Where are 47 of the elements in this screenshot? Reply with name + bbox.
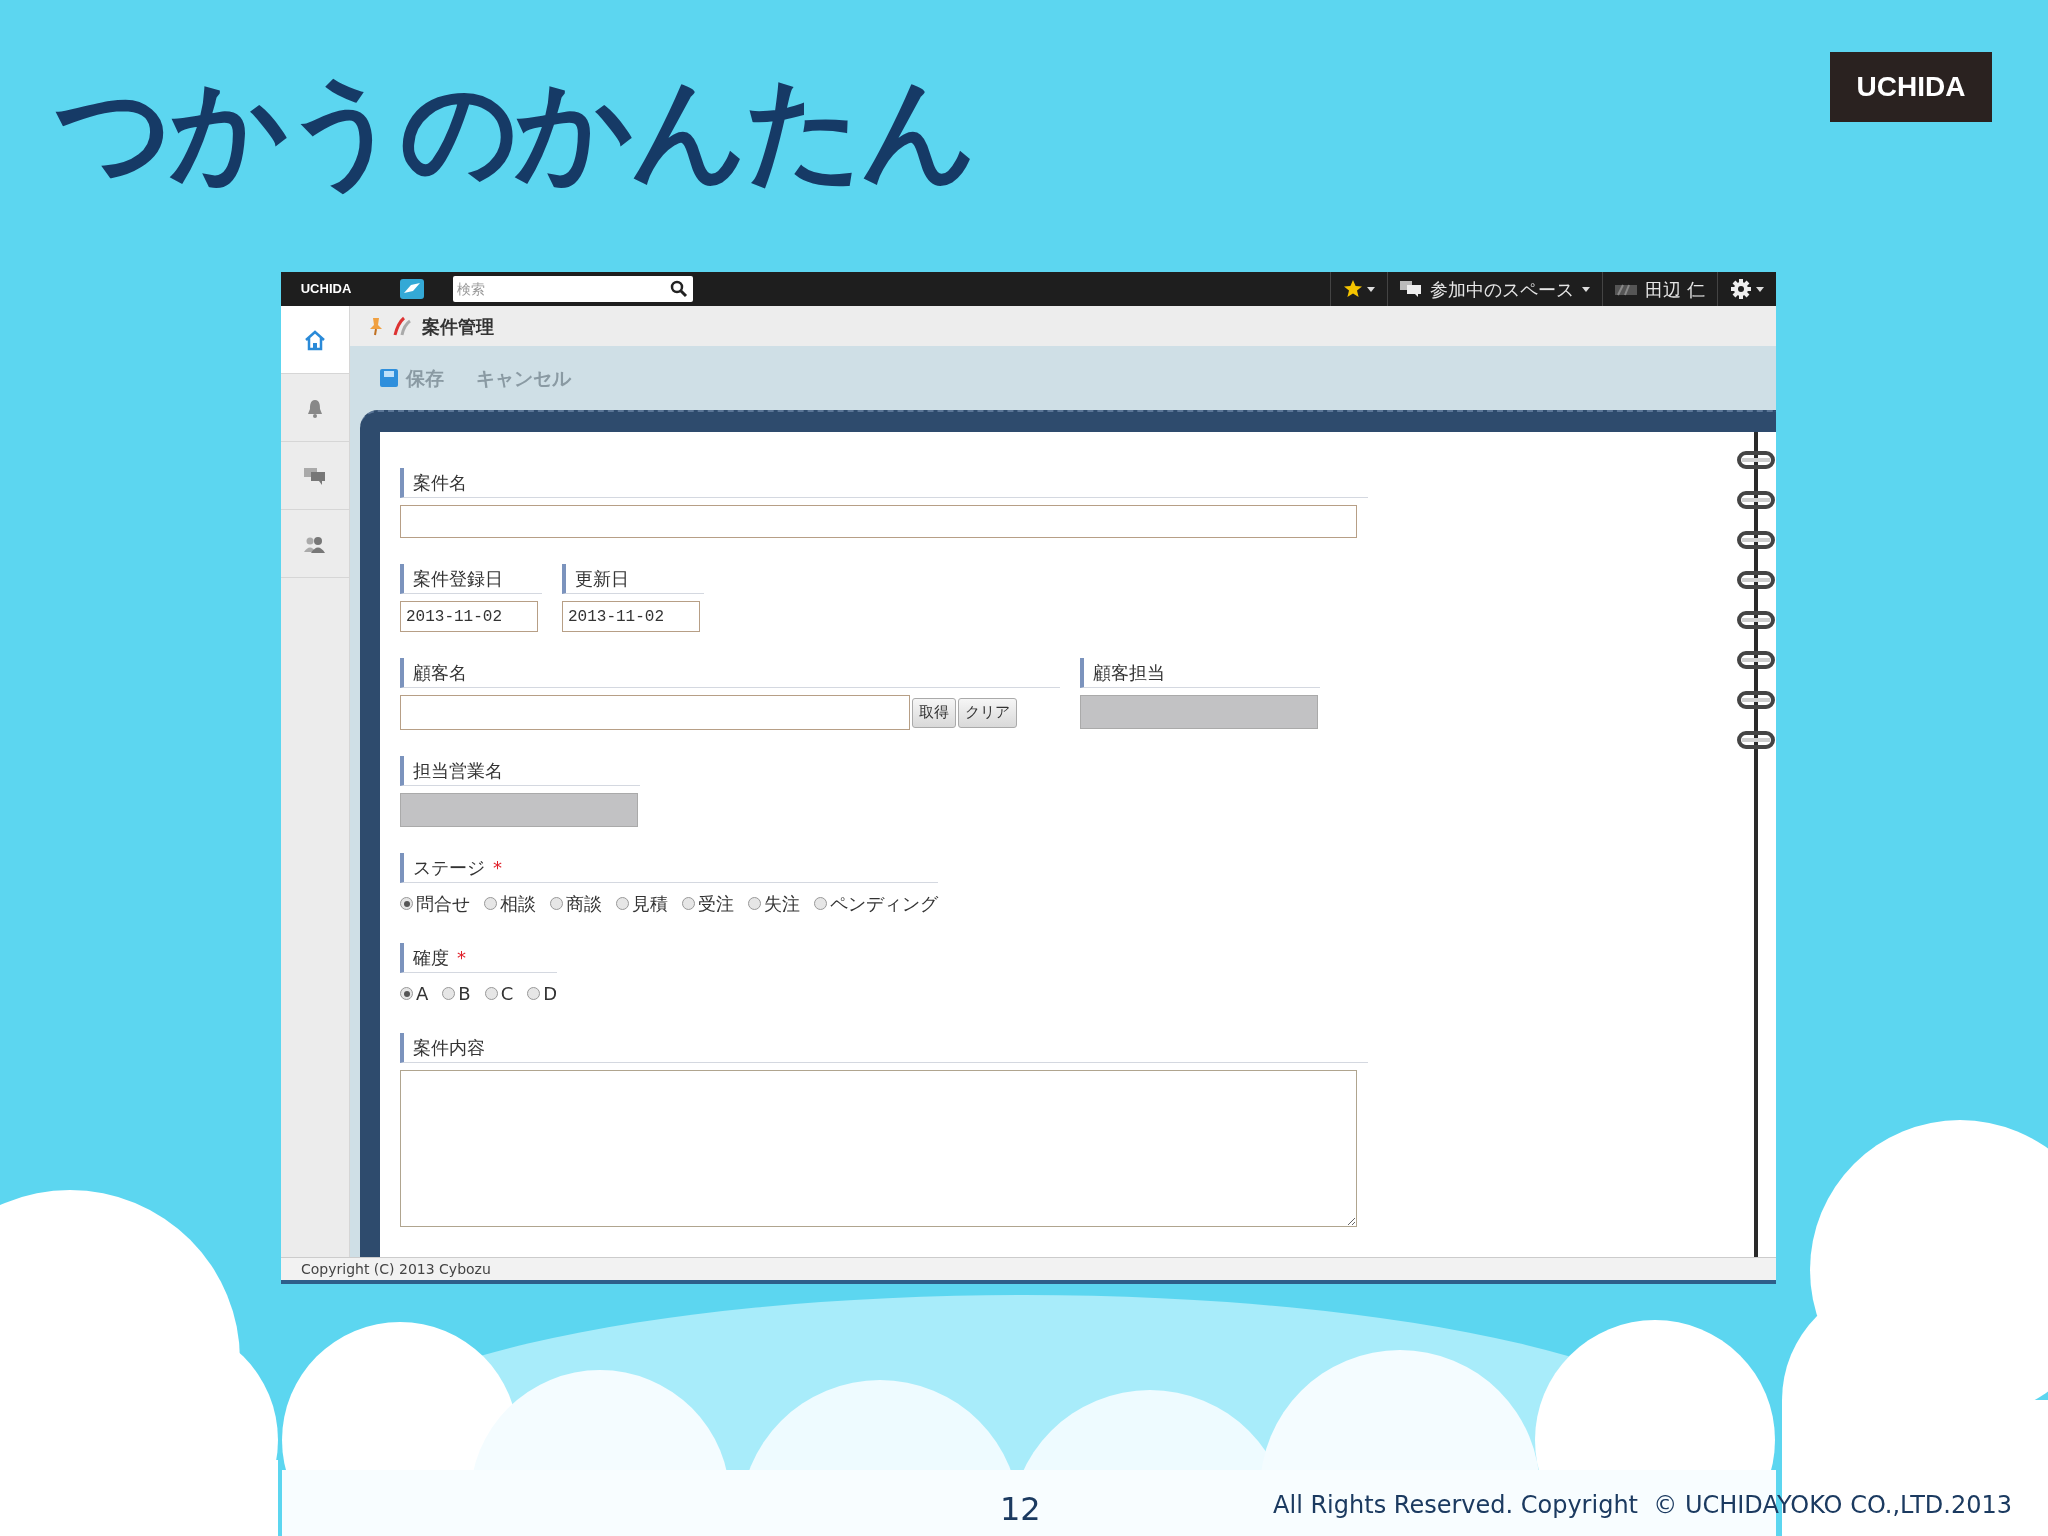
logo: UCHIDA [1830,52,1992,122]
app-icon[interactable] [399,278,425,300]
field-label: 顧客名 [413,661,467,685]
search-icon [670,280,688,298]
caret-icon [1756,286,1764,292]
search-field[interactable]: 検索 [453,276,693,302]
date-field[interactable]: 2013-11-02 [562,601,700,632]
slide-title: つかうのかんたん [55,61,975,199]
chat-icon [1400,280,1423,298]
required-mark: * [457,946,466,970]
field-label: 案件登録日 [413,567,503,591]
required-mark: * [493,856,502,880]
star-icon [1343,279,1364,299]
sidebar-item[interactable] [281,306,349,374]
field-label: 顧客担当 [1093,661,1165,685]
lookup-button[interactable]: 取得 [912,697,956,728]
app-emblem-icon [392,315,414,337]
radio-option[interactable]: 失注 [748,890,800,917]
radio-option[interactable]: D [527,980,558,1007]
date-field[interactable]: 2013-11-02 [400,601,538,632]
field-label: ステージ [413,856,485,880]
settings-icon [1730,278,1752,300]
breadcrumb-title: 案件管理 [422,314,494,339]
input-field[interactable] [400,505,1357,538]
caret-icon [1367,286,1376,292]
pin-icon [368,316,384,336]
radio-option[interactable]: 相談 [484,890,536,917]
lookup-button[interactable]: クリア [958,697,1017,728]
caret-icon [1582,286,1591,292]
input-field[interactable] [400,695,910,730]
copyright-text: Copyright (C) 2013 Cybozu [301,1259,491,1279]
radio-option[interactable]: C [484,980,514,1007]
field-label: 案件内容 [413,1036,485,1060]
radio-option[interactable]: 見積 [616,890,668,917]
app-logo: UCHIDA [299,280,353,299]
radio-option[interactable]: ペンディング [814,890,938,917]
field-label: 確度 [413,946,449,970]
radio-option[interactable]: 受注 [682,890,734,917]
field-label: 案件名 [413,471,467,495]
radio-option[interactable]: 問合せ [400,890,470,917]
field-label: 更新日 [575,567,629,591]
page-number: 12 [1000,1489,1041,1530]
radio-option[interactable]: 商談 [550,890,602,917]
home-icon [303,328,327,351]
field-label: 担当営業名 [413,759,503,783]
radio-option[interactable]: A [400,980,429,1007]
radio-option[interactable]: B [442,980,471,1007]
